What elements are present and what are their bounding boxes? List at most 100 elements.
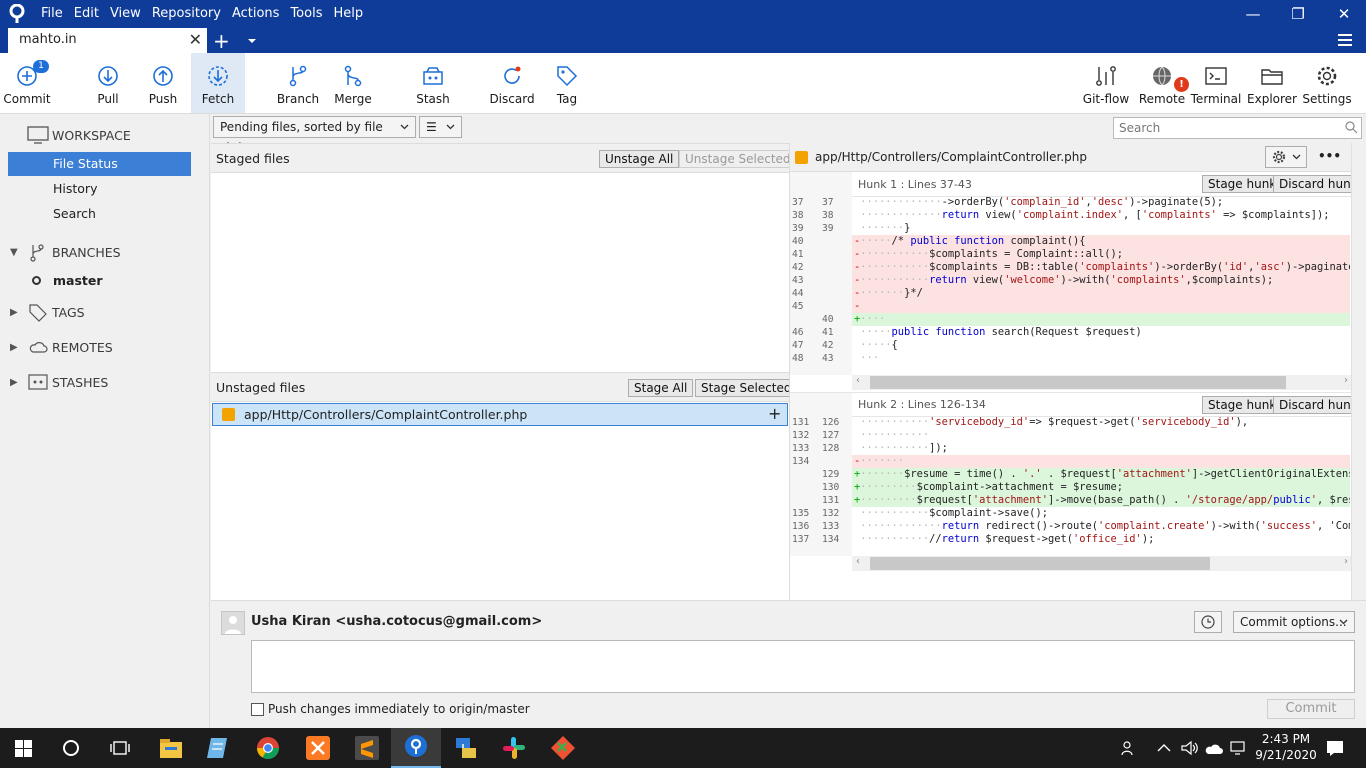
stage-selected-button[interactable]: Stage Selected xyxy=(695,379,798,397)
remotes-expand-icon[interactable]: ▶ xyxy=(10,342,18,353)
maximize-button[interactable]: ❐ xyxy=(1275,0,1321,28)
push-button[interactable]: Push xyxy=(139,53,187,113)
stage-file-add-icon[interactable]: + xyxy=(768,404,781,423)
more-actions-icon[interactable]: ••• xyxy=(1318,149,1341,163)
windows-start-icon[interactable] xyxy=(15,740,33,757)
commit-message-input[interactable] xyxy=(251,640,1355,693)
gitflow-button[interactable]: Git-flow xyxy=(1080,53,1132,113)
push-immediately-checkbox[interactable] xyxy=(251,703,264,716)
close-window-button[interactable]: ✕ xyxy=(1321,0,1366,28)
hunk1-code-line[interactable]: ·····public function search(Request $req… xyxy=(852,326,1350,339)
hunk2-code-line[interactable]: ·············return redirect()->route('c… xyxy=(852,520,1350,533)
discard-button[interactable]: Discard xyxy=(488,53,536,113)
minimize-button[interactable]: — xyxy=(1230,0,1276,28)
file-explorer-taskbar-icon[interactable] xyxy=(157,734,185,762)
hunk2-horizontal-scrollbar[interactable]: ‹ › xyxy=(852,556,1352,571)
commit-history-button[interactable] xyxy=(1194,611,1222,633)
hunk2-code-line[interactable]: -······· xyxy=(852,455,1350,468)
fetch-button[interactable]: Fetch xyxy=(191,53,245,113)
branch-button[interactable]: Branch xyxy=(274,53,322,113)
menu-tools[interactable]: Tools xyxy=(285,0,327,28)
hamburger-menu-icon[interactable] xyxy=(1338,33,1354,47)
tab-close-icon[interactable]: ✕ xyxy=(189,30,202,49)
diff-options-dropdown[interactable] xyxy=(1265,146,1307,168)
unstage-all-button[interactable]: Unstage All xyxy=(599,150,680,168)
sidebar-item-search[interactable]: Search xyxy=(8,202,191,226)
hunk2-code-line[interactable]: ···········//return $request->get('offic… xyxy=(852,533,1350,546)
menu-view[interactable]: View xyxy=(105,0,146,28)
stage-hunk1-button[interactable]: Stage hunk xyxy=(1202,175,1283,193)
sidebar-item-file-status[interactable]: File Status xyxy=(8,152,191,176)
hunk1-code-line[interactable]: ·············return view('complaint.inde… xyxy=(852,209,1350,222)
tab-dropdown-icon[interactable] xyxy=(247,35,257,45)
menu-actions[interactable]: Actions xyxy=(227,0,285,28)
menu-edit[interactable]: Edit xyxy=(69,0,104,28)
stage-hunk2-button[interactable]: Stage hunk xyxy=(1202,396,1283,414)
hunk2-code-line[interactable]: ··········· xyxy=(852,429,1350,442)
hunk2-code-line[interactable]: ···········'servicebody_id'=> $request->… xyxy=(852,416,1350,429)
clock[interactable]: 2:43 PM 9/21/2020 xyxy=(1254,732,1318,762)
hunk1-code-line[interactable]: ·············->orderBy('complain_id','de… xyxy=(852,196,1350,209)
hunk1-code-line[interactable]: -·······}*/ xyxy=(852,287,1350,300)
hunk1-code-line[interactable]: -·····/* public function complaint(){ xyxy=(852,235,1350,248)
chrome-taskbar-icon[interactable] xyxy=(254,734,282,762)
merge-button[interactable]: Merge xyxy=(329,53,377,113)
slack-taskbar-icon[interactable] xyxy=(500,734,528,762)
volume-icon[interactable] xyxy=(1180,740,1198,756)
stashes-expand-icon[interactable]: ▶ xyxy=(10,377,18,388)
hunk1-code-line[interactable]: ·······} xyxy=(852,222,1350,235)
hunk2-code-line[interactable]: +·········$complaint->attachment = $resu… xyxy=(852,481,1350,494)
tags-heading[interactable]: TAGS xyxy=(52,305,85,320)
xampp-taskbar-icon[interactable] xyxy=(304,734,332,762)
unstaged-file-row[interactable]: app/Http/Controllers/ComplaintController… xyxy=(212,403,788,426)
notifications-icon[interactable] xyxy=(1326,740,1344,757)
terminal-button[interactable]: Terminal xyxy=(1190,53,1242,113)
hunk2-code-line[interactable]: ···········]); xyxy=(852,442,1350,455)
cortana-search-icon[interactable] xyxy=(62,739,80,757)
settings-button[interactable]: Settings xyxy=(1301,53,1353,113)
onedrive-icon[interactable] xyxy=(1204,740,1224,756)
sublime-text-taskbar-icon[interactable] xyxy=(353,734,381,762)
chevron-up-icon[interactable] xyxy=(1157,743,1171,753)
commit-options-dropdown[interactable]: Commit options... xyxy=(1233,611,1355,633)
menu-repository[interactable]: Repository xyxy=(147,0,226,28)
network-icon[interactable] xyxy=(1230,740,1246,756)
stage-all-button[interactable]: Stage All xyxy=(628,379,694,397)
hunk1-code-line[interactable]: ··· xyxy=(852,352,1350,365)
explorer-button[interactable]: Explorer xyxy=(1246,53,1298,113)
repo-tab[interactable]: mahto.in ✕ xyxy=(8,28,207,53)
hunk1-horizontal-scrollbar[interactable]: ‹ › xyxy=(852,375,1352,390)
branch-master[interactable]: master xyxy=(53,273,103,288)
remote-button[interactable]: ! Remote xyxy=(1136,53,1189,113)
tag-button[interactable]: Tag xyxy=(543,53,591,113)
hunk1-code-line[interactable]: -···········return view('welcome')->with… xyxy=(852,274,1350,287)
tags-expand-icon[interactable]: ▶ xyxy=(10,307,18,318)
new-tab-button[interactable]: + xyxy=(213,29,230,53)
task-view-icon[interactable] xyxy=(110,739,130,757)
diff-vertical-scrollbar[interactable] xyxy=(1351,143,1366,600)
branches-expand-icon[interactable]: ▼ xyxy=(10,247,18,258)
hunk1-code-line[interactable]: -···········$complaints = DB::table('com… xyxy=(852,261,1350,274)
hunk2-code-line[interactable]: +·······$resume = time() . '.' . $reques… xyxy=(852,468,1350,481)
hunk1-code-line[interactable]: -···········$complaints = Complaint::all… xyxy=(852,248,1350,261)
commit-submit-button[interactable]: Commit xyxy=(1267,699,1355,719)
sidebar-item-history[interactable]: History xyxy=(8,177,191,201)
hunk1-code-line[interactable]: ·····{ xyxy=(852,339,1350,352)
hunk1-code-line[interactable]: +···· xyxy=(852,313,1350,326)
commit-button[interactable]: 1 Commit xyxy=(0,53,54,113)
hunk1-code-line[interactable]: - xyxy=(852,300,1350,313)
notepad-taskbar-icon[interactable] xyxy=(205,734,233,762)
pull-button[interactable]: Pull xyxy=(84,53,132,113)
menu-file[interactable]: File xyxy=(36,0,68,28)
file-sort-dropdown[interactable]: Pending files, sorted by file status xyxy=(213,116,416,154)
stash-button[interactable]: Stash xyxy=(409,53,457,113)
git-tool-taskbar-icon[interactable] xyxy=(549,734,577,762)
network-app-taskbar-icon[interactable] xyxy=(452,734,480,762)
unstage-selected-button[interactable]: Unstage Selected xyxy=(679,150,797,168)
remotes-heading[interactable]: REMOTES xyxy=(52,340,113,355)
branches-heading[interactable]: BRANCHES xyxy=(52,245,121,260)
hunk2-code-line[interactable]: +·········$request['attachment']->move(b… xyxy=(852,494,1350,507)
search-input[interactable]: Search xyxy=(1113,117,1362,139)
menu-help[interactable]: Help xyxy=(328,0,368,28)
people-icon[interactable] xyxy=(1121,740,1137,756)
